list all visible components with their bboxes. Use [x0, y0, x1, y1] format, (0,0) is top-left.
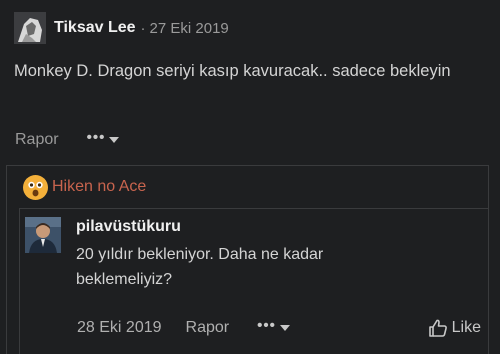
avatar-image — [14, 12, 46, 44]
like-label: Like — [451, 319, 481, 336]
reply-body: 20 yıldır bekleniyor. Daha ne kadar bekl… — [76, 246, 324, 288]
avatar-image — [25, 217, 61, 253]
divider — [19, 208, 488, 209]
more-dots-icon: ••• — [86, 128, 106, 146]
chevron-down-icon — [279, 325, 290, 331]
more-menu-button[interactable]: ••• — [257, 316, 290, 337]
reply-author[interactable]: pilavüstükuru — [76, 218, 181, 236]
like-button[interactable]: Like — [428, 317, 481, 339]
thumbs-up-icon — [428, 319, 447, 337]
post-author[interactable]: Tiksav Lee — [54, 19, 136, 37]
avatar[interactable] — [14, 12, 46, 44]
divider — [19, 208, 20, 354]
more-dots-icon: ••• — [257, 316, 276, 334]
avatar[interactable] — [25, 217, 61, 253]
quote-author[interactable]: Hiken no Ace — [52, 178, 146, 196]
report-button[interactable]: Rapor — [15, 131, 59, 149]
report-button[interactable]: Rapor — [186, 319, 230, 337]
quoted-comment: Hiken no Ace pilavüstükuru 20 yıldır bek… — [6, 165, 489, 354]
reply-date[interactable]: 28 Eki 2019 — [77, 319, 162, 337]
post-actions: Rapor ••• — [15, 128, 120, 152]
more-menu-button[interactable]: ••• — [86, 128, 120, 149]
emoji-face — [23, 175, 48, 199]
comment-thread: Tiksav Lee · 27 Eki 2019 Monkey D. Drago… — [0, 0, 500, 354]
quote-header: Hiken no Ace — [23, 174, 146, 200]
chevron-down-icon — [109, 137, 120, 143]
reply-actions: 28 Eki 2019 Rapor ••• Like — [77, 317, 487, 339]
post-date[interactable]: 27 Eki 2019 — [150, 20, 229, 37]
meta-separator: · — [140, 19, 146, 37]
shocked-face-icon — [23, 174, 48, 200]
post-header: Tiksav Lee · 27 Eki 2019 — [14, 12, 229, 44]
post-body: Monkey D. Dragon seriyi kasıp kavuracak.… — [14, 62, 451, 80]
